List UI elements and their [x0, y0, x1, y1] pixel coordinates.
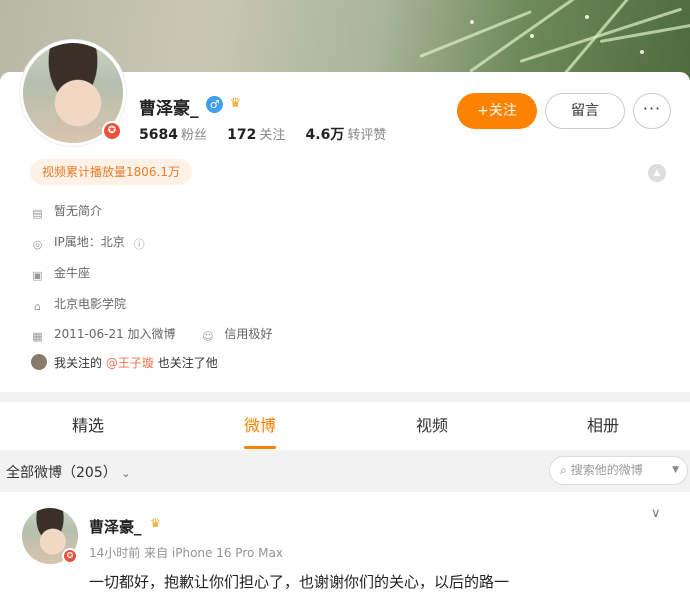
- credit-icon: ☺: [202, 330, 214, 343]
- verified-badge-icon: ✪: [62, 548, 78, 564]
- stat-following[interactable]: 172 关注: [227, 127, 285, 143]
- all-posts-dropdown[interactable]: 全部微博（205） ⌄: [6, 462, 130, 482]
- verified-badge-icon: ✪: [102, 121, 122, 141]
- tab-albums[interactable]: 相册: [517, 402, 689, 450]
- collapse-chevron-icon[interactable]: ▲: [648, 164, 666, 182]
- follow-button[interactable]: +关注: [457, 93, 537, 129]
- info-bio: ▤ 暂无简介: [32, 204, 103, 220]
- profile-tabs: 精选 微博 视频 相册: [0, 402, 690, 450]
- message-button[interactable]: 留言: [545, 93, 625, 129]
- info-ip: ◎ IP属地：北京 ⓘ: [32, 235, 146, 251]
- mutual-follow: 我关注的 @王子璇 也关注了他: [31, 354, 218, 371]
- document-icon: ▤: [32, 207, 43, 220]
- ip-icon: ◎: [32, 238, 43, 251]
- dropdown-caret-icon: ▼: [672, 465, 679, 475]
- post-text: 一切都好，抱歉让你们担心了，也谢谢你们的关心，以后的路一: [89, 573, 510, 591]
- feed-filter-bar: 全部微博（205） ⌄ ⌕ 搜索他的微博 ▼: [0, 450, 690, 492]
- chevron-down-icon: ⌄: [121, 467, 131, 480]
- post-search-input[interactable]: ⌕ 搜索他的微博 ▼: [549, 456, 688, 485]
- active-tab-indicator: [244, 446, 276, 449]
- post-author-name[interactable]: 曹泽豪_: [89, 516, 142, 537]
- crown-icon: ♛: [229, 96, 242, 111]
- stat-followers[interactable]: 5684 粉丝: [139, 127, 207, 143]
- tab-weibo[interactable]: 微博: [174, 402, 346, 450]
- zodiac-icon: ▣: [32, 269, 43, 282]
- post-meta: 14小时前 来自 iPhone 16 Pro Max: [89, 546, 283, 560]
- info-join-credit: ▦ 2011-06-21 加入微博 ☺ 信用极好: [32, 327, 273, 343]
- more-options-button[interactable]: ···: [633, 93, 671, 129]
- mutual-avatar: [31, 354, 47, 370]
- school-icon: ⌂: [34, 300, 41, 313]
- search-icon: ⌕: [560, 463, 567, 477]
- mutual-user-link[interactable]: @王子璇: [106, 356, 154, 370]
- stat-interactions[interactable]: 4.6万 转评赞: [306, 127, 387, 143]
- info-zodiac: ▣ 金牛座: [32, 266, 91, 282]
- crown-icon: ♛: [150, 516, 161, 530]
- text-fade-overlay: [530, 568, 690, 594]
- video-views-badge: 视频累计播放量1806.1万: [30, 159, 192, 185]
- post-card: ✪ 曹泽豪_ ♛ 14小时前 来自 iPhone 16 Pro Max ∨ 一切…: [0, 492, 690, 604]
- calendar-icon: ▦: [32, 330, 43, 343]
- profile-stats: 5684 粉丝 172 关注 4.6万 转评赞: [139, 124, 402, 144]
- post-menu-chevron-icon[interactable]: ∨: [651, 506, 661, 521]
- section-divider: [0, 392, 690, 402]
- tab-videos[interactable]: 视频: [346, 402, 518, 450]
- info-school: ⌂ 北京电影学院: [31, 295, 126, 313]
- help-icon[interactable]: ⓘ: [133, 238, 146, 251]
- tab-featured[interactable]: 精选: [2, 402, 174, 450]
- profile-name: 曹泽豪_: [139, 99, 199, 119]
- male-symbol-icon: ♂: [206, 96, 223, 113]
